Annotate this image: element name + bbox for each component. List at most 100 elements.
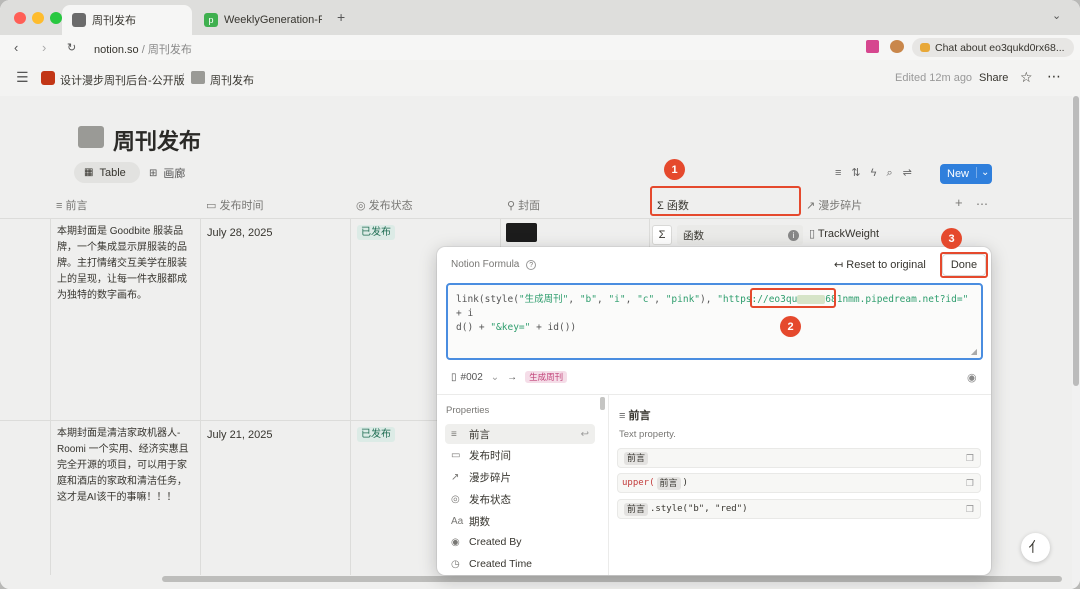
new-button[interactable]: New ⌄ (940, 164, 992, 184)
extension-icon[interactable] (890, 40, 904, 53)
automation-icon[interactable]: ϟ (871, 167, 887, 179)
table-row-preface[interactable]: 本期封面是清洁家政机器人- Roomi 一个实用、经济实惠且 完全开源的项目，可… (57, 426, 197, 506)
scrollbar[interactable] (600, 397, 605, 410)
sort-icon[interactable]: ⇅ (851, 167, 870, 179)
arrow-right-icon: → (507, 371, 518, 383)
tab-notion[interactable]: 周刊发布 (62, 5, 192, 35)
status-badge: 已发布 (357, 225, 395, 240)
property-item[interactable]: ◉ Created By (445, 532, 595, 552)
edited-status: Edited 12m ago (895, 72, 973, 84)
reset-button[interactable]: ↤ Reset to original (834, 258, 926, 271)
back-icon[interactable]: ‹ (14, 40, 18, 55)
example-snippet[interactable]: 前言 .style("b", "red") ❐ (617, 499, 981, 519)
share-button[interactable]: Share (979, 72, 1008, 84)
maximize-window-button[interactable] (50, 12, 62, 24)
text-icon: ≡ (451, 428, 457, 440)
property-item[interactable]: ◷ Created Time (445, 554, 595, 574)
example-snippet[interactable]: upper(前言) ❐ (617, 473, 981, 493)
new-tab-button[interactable]: + (337, 9, 345, 25)
copy-icon[interactable]: ❐ (966, 504, 974, 515)
example-snippet[interactable]: 前言 ❐ (617, 448, 981, 468)
search-icon[interactable]: ⌕ (886, 167, 902, 179)
property-item[interactable]: ◎ 发布状态 (445, 489, 595, 509)
calendar-icon: ▭ (451, 449, 461, 461)
formula-editor-popup: Notion Formula ? ↤ Reset to original Don… (437, 247, 991, 575)
property-item[interactable]: ↗ 漫步碎片 (445, 467, 595, 487)
property-item[interactable]: ≡ 前言 ↩ (445, 424, 595, 444)
column-header-relation[interactable]: ↗ 漫步碎片 (806, 197, 862, 213)
tab-pipedream[interactable]: p WeeklyGeneration-Pub (194, 5, 322, 35)
column-divider (50, 219, 51, 575)
table-row-status[interactable]: 已发布 (357, 427, 395, 443)
status-icon: ◎ (451, 493, 460, 505)
close-window-button[interactable] (14, 12, 26, 24)
page-title-icon (78, 126, 104, 148)
column-divider (649, 219, 650, 249)
property-item[interactable]: Aa 期数 (445, 511, 595, 531)
table-row-date[interactable]: July 21, 2025 (207, 427, 272, 443)
pipedream-icon: p (204, 13, 218, 27)
column-divider (350, 219, 351, 575)
table-row-date[interactable]: July 28, 2025 (207, 225, 272, 241)
info-icon[interactable]: i (788, 229, 799, 241)
status-badge: 已发布 (357, 427, 395, 442)
column-header-date[interactable]: ▭ 发布时间 (206, 197, 263, 213)
attachment-icon: ⚲ (507, 200, 519, 212)
settings-icon[interactable]: ⇌ (903, 167, 922, 179)
cover-thumbnail[interactable] (506, 223, 537, 242)
annotation-badge: 3 (941, 228, 962, 249)
eye-icon[interactable]: ◉ (967, 371, 977, 384)
detail-description: Text property. (619, 429, 676, 440)
tab-strip: 周刊发布 p WeeklyGeneration-Pub + ⌄ (0, 0, 1080, 35)
resize-handle[interactable]: ◢ (971, 347, 977, 356)
scrollbar-vertical[interactable] (1072, 96, 1080, 589)
page-icon (191, 71, 205, 84)
formula-code-editor[interactable]: link(style("生成周刊", "b", "i", "c", "pink"… (446, 283, 983, 360)
new-button-label: New (947, 168, 970, 180)
filter-icon[interactable]: ≡ (835, 167, 851, 179)
breadcrumb-separator: / (181, 72, 185, 84)
table-row-preface[interactable]: 本期封面是 Goodbite 服装品 牌，一个集成显示屏服装的品 牌。主打情绪交… (57, 224, 197, 304)
forward-icon[interactable]: › (42, 40, 46, 55)
reload-icon[interactable]: ↻ (67, 41, 76, 54)
url-path: / 周刊发布 (138, 44, 192, 56)
minimize-window-button[interactable] (32, 12, 44, 24)
more-icon[interactable]: ⋯ (1047, 68, 1061, 85)
help-icon[interactable]: ? (526, 260, 537, 270)
chat-button[interactable]: Chat about eo3qukd0rx68... (912, 38, 1074, 57)
chevron-down-icon[interactable]: ⌄ (976, 167, 989, 178)
table-row-status[interactable]: 已发布 (357, 225, 395, 241)
preview-tag[interactable]: 生成周刊 (525, 371, 568, 383)
help-assistant-icon[interactable]: ⺅ (1021, 533, 1050, 562)
relation-item[interactable]: ▯ TrackWeight (809, 227, 879, 240)
star-icon[interactable]: ☆ (1020, 69, 1033, 86)
property-item[interactable]: ▭ 发布时间 (445, 445, 595, 465)
copy-icon[interactable]: ❐ (966, 478, 974, 489)
extension-icon[interactable] (866, 40, 879, 53)
breadcrumb-workspace[interactable]: 设计漫步周刊后台-公开版 (60, 72, 185, 88)
more-icon[interactable]: ⋯ (976, 197, 988, 211)
column-header-cover[interactable]: ⚲ 封面 (507, 197, 540, 213)
column-header-preface[interactable]: ≡ 前言 (56, 197, 87, 213)
copy-icon[interactable]: ❐ (966, 453, 974, 464)
page-title: 周刊发布 (113, 129, 202, 154)
person-icon: ◉ (451, 536, 460, 548)
toolbar-icons: ≡⇅ϟ⌕⇌ (835, 166, 922, 180)
column-header-status[interactable]: ◎ 发布状态 (356, 197, 413, 213)
view-tab-table[interactable]: ▦ Table (74, 162, 140, 183)
enter-icon: ↩ (580, 428, 589, 440)
view-tab-gallery[interactable]: ⊞ 画廊 (149, 165, 185, 181)
chevron-down-icon[interactable]: ⌄ (1052, 9, 1061, 22)
page-icon: ▯ (451, 371, 457, 383)
breadcrumb-page[interactable]: 周刊发布 (210, 72, 254, 88)
add-column-button[interactable]: + (955, 195, 963, 210)
formula-code: link(style("生成周刊", "b", "i", "c", "pink"… (456, 294, 969, 333)
gallery-icon: ⊞ (149, 167, 158, 179)
annotation-box-done (940, 252, 988, 278)
scrollbar-horizontal[interactable] (162, 576, 1062, 582)
divider (608, 394, 609, 575)
url-field[interactable]: notion.so / 周刊发布 (94, 41, 192, 57)
menu-icon[interactable]: ☰ (16, 69, 29, 86)
formula-property-chip[interactable]: 函数 i (677, 225, 803, 245)
chat-button-label: Chat about eo3qukd0rx68... (935, 41, 1065, 54)
